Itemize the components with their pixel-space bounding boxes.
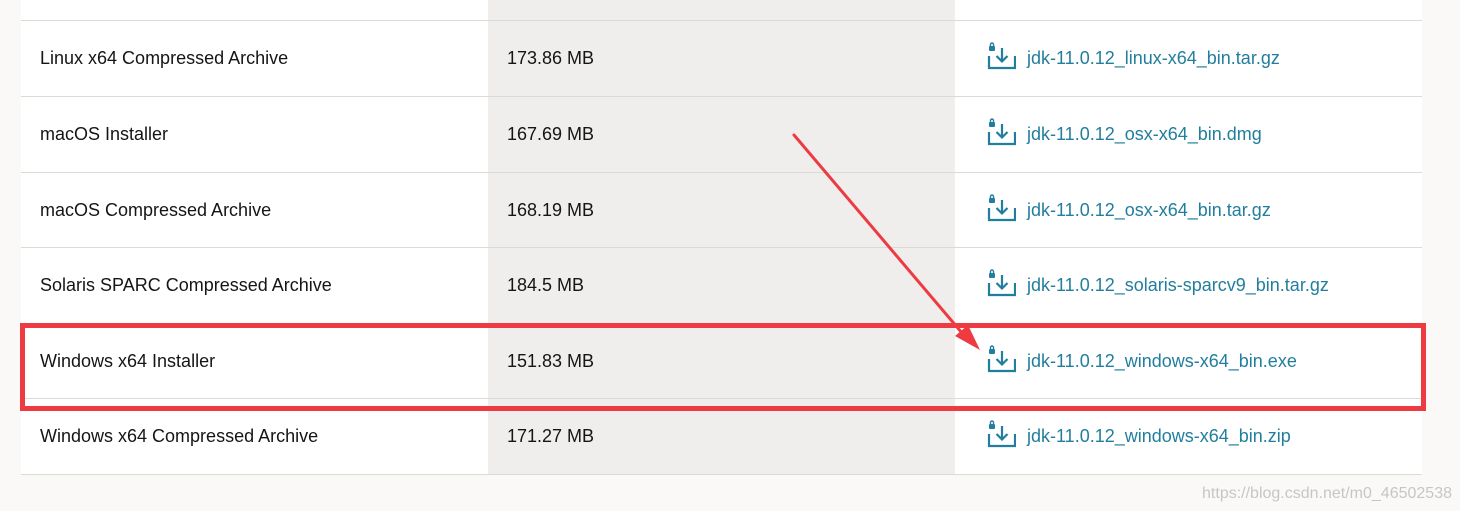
product-name: Windows x64 Compressed Archive [40,426,319,446]
table-row: macOS Compressed Archive 168.19 MB jdk-1… [21,172,1422,248]
table-row: Windows x64 Installer 151.83 MB jdk-11.0… [21,323,1422,399]
file-size: 151.83 MB [507,351,595,371]
file-size: 184.5 MB [507,275,585,295]
downloads-table: Linux x64 Compressed Archive 173.86 MB j… [21,0,1422,475]
download-link[interactable]: jdk-11.0.12_osx-x64_bin.tar.gz [986,173,1271,248]
file-size: 168.19 MB [507,200,595,220]
download-page: Linux x64 Compressed Archive 173.86 MB j… [0,0,1460,511]
table-row: Solaris SPARC Compressed Archive 184.5 M… [21,247,1422,323]
download-filename[interactable]: jdk-11.0.12_osx-x64_bin.tar.gz [1027,200,1271,221]
table-row: macOS Installer 167.69 MB jdk-11.0.12_os… [21,96,1422,172]
download-filename[interactable]: jdk-11.0.12_windows-x64_bin.zip [1027,426,1291,447]
download-lock-icon [987,344,1016,372]
download-filename[interactable]: jdk-11.0.12_osx-x64_bin.dmg [1027,124,1262,145]
download-lock-icon [987,419,1016,447]
download-link[interactable]: jdk-11.0.12_linux-x64_bin.tar.gz [986,21,1280,96]
download-lock-icon [987,193,1016,221]
download-filename[interactable]: jdk-11.0.12_solaris-sparcv9_bin.tar.gz [1027,275,1329,296]
table-row: Windows x64 Compressed Archive 171.27 MB… [21,398,1422,474]
file-size: 171.27 MB [507,426,595,446]
download-filename[interactable]: jdk-11.0.12_linux-x64_bin.tar.gz [1027,48,1280,69]
table-row: Linux x64 Compressed Archive 173.86 MB j… [21,20,1422,96]
file-size: 173.86 MB [507,48,595,68]
download-link[interactable]: jdk-11.0.12_solaris-sparcv9_bin.tar.gz [986,248,1329,323]
file-size: 167.69 MB [507,124,595,144]
product-name: macOS Compressed Archive [40,200,272,220]
download-link[interactable]: jdk-11.0.12_windows-x64_bin.zip [986,399,1291,474]
product-name: Solaris SPARC Compressed Archive [40,275,332,295]
download-link[interactable]: jdk-11.0.12_windows-x64_bin.exe [986,324,1297,399]
watermark-text: https://blog.csdn.net/m0_46502538 [1202,485,1452,502]
download-link[interactable]: jdk-11.0.12_osx-x64_bin.dmg [986,97,1262,172]
download-lock-icon [987,41,1016,69]
product-name: Linux x64 Compressed Archive [40,48,289,68]
product-name: Windows x64 Installer [40,351,216,371]
download-lock-icon [987,268,1016,296]
download-filename[interactable]: jdk-11.0.12_windows-x64_bin.exe [1027,351,1297,372]
download-lock-icon [987,117,1016,145]
product-name: macOS Installer [40,124,169,144]
